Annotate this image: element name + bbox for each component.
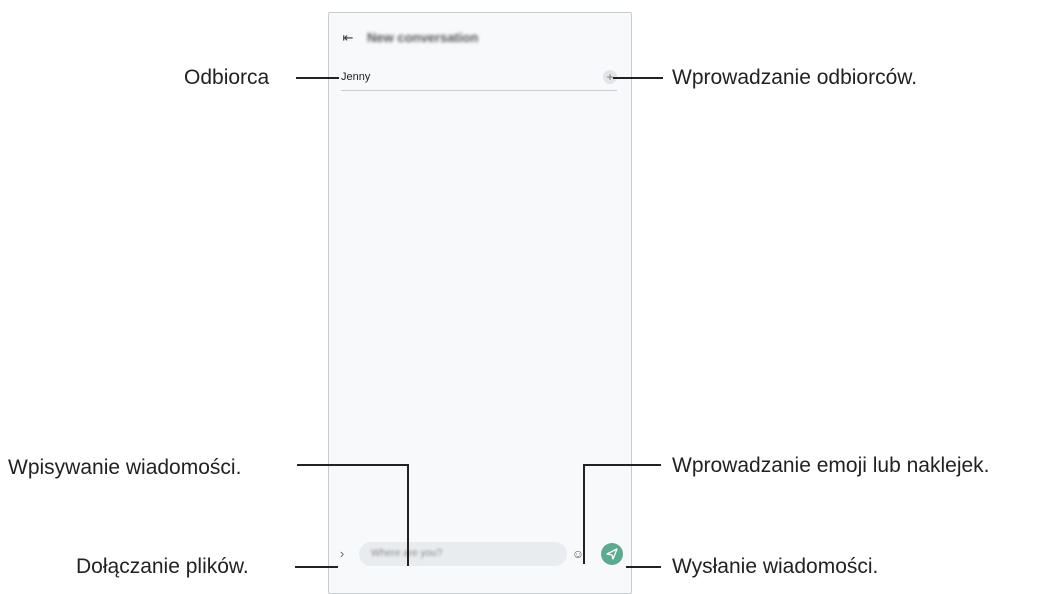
send-button[interactable] <box>601 543 623 565</box>
callout-recipient: Odbiorca <box>184 66 270 89</box>
phone-screen: ⇤ New conversation Jenny + › Where are y… <box>328 12 632 594</box>
callout-line-type-message-h <box>297 464 409 466</box>
callout-add-recipients: Wprowadzanie odbiorców. <box>672 66 918 89</box>
callout-attach: Dołączanie plików. <box>76 555 249 578</box>
callout-line-type-message-v <box>407 464 409 566</box>
back-arrow-icon[interactable]: ⇤ <box>339 30 357 46</box>
callout-line-emoji-h <box>583 464 661 466</box>
chevron-right-icon[interactable]: › <box>335 546 349 562</box>
callout-line-attach <box>295 566 338 568</box>
callout-line-send <box>626 566 661 568</box>
callout-emoji: Wprowadzanie emoji lub naklejek. <box>672 454 990 477</box>
recipient-name: Jenny <box>341 71 371 83</box>
callout-send: Wysłanie wiadomości. <box>672 555 879 578</box>
message-input[interactable]: Where are you? ☺ <box>359 542 584 566</box>
composer-bar: › Where are you? ☺ <box>329 539 631 569</box>
top-app-bar: ⇤ New conversation <box>329 13 631 63</box>
page-title: New conversation <box>367 30 479 45</box>
recipient-field[interactable]: Jenny + <box>341 68 617 91</box>
callout-line-emoji-v <box>583 464 585 564</box>
callout-line-recipient <box>296 77 339 79</box>
send-icon <box>606 548 618 560</box>
callout-line-add-recipients <box>613 77 663 79</box>
callout-type-message: Wpisywanie wiadomości. <box>8 456 242 479</box>
